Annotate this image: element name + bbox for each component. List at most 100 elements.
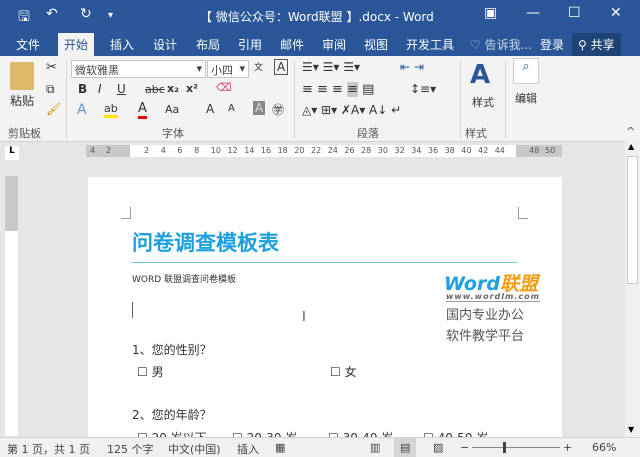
tab-review[interactable]: 审阅	[322, 36, 346, 53]
save-icon[interactable]: 🖫	[18, 6, 30, 30]
zoom-level[interactable]: 66%	[592, 441, 616, 454]
zoom-out-button[interactable]: −	[460, 441, 469, 454]
copy-icon[interactable]: ⧉	[46, 82, 55, 97]
clear-format-icon[interactable]: ⌫	[216, 81, 232, 94]
group-clipboard: 剪贴板	[8, 127, 41, 140]
vertical-ruler[interactable]	[5, 176, 18, 436]
scroll-up-icon[interactable]: ▲	[628, 142, 634, 151]
shrink-font-button[interactable]: A	[228, 103, 235, 114]
tab-view[interactable]: 视图	[364, 36, 388, 53]
italic-button[interactable]: I	[98, 82, 102, 96]
tab-layout[interactable]: 布局	[196, 36, 220, 53]
strikethrough-button[interactable]: abc	[145, 83, 165, 96]
text-effects-button[interactable]: A	[77, 102, 87, 118]
grow-font-button[interactable]: A	[206, 102, 214, 116]
subscript-button[interactable]: x₂	[167, 82, 179, 95]
lightbulb-icon: ♡	[470, 38, 481, 52]
web-layout-icon[interactable]: ▨	[433, 441, 443, 454]
vertical-scrollbar[interactable]: ▲ ▼	[625, 140, 640, 437]
ruler-tick: 12	[227, 146, 238, 155]
margin-mark	[518, 207, 528, 219]
checkbox-icon[interactable]: ☐	[137, 365, 148, 379]
styles-icon[interactable]: A	[470, 60, 490, 90]
ruler-tick: 4	[90, 146, 96, 155]
undo-icon[interactable]: ↶	[46, 6, 58, 22]
document-page[interactable]: 问卷调查模板表 WORD 联盟调查问卷模板 Word联盟 www.wordlm.…	[88, 177, 562, 445]
language[interactable]: 中文(中国)	[168, 441, 221, 457]
shading-border-icons[interactable]: ◬▾ ⊞▾ ✗A▾ A↓ ↵	[302, 103, 401, 117]
ruler-tick: 26	[344, 146, 355, 155]
ruler-tick: 50	[545, 146, 556, 155]
ribbon-display-icon[interactable]: ▣	[484, 5, 497, 21]
ruler-tick: 22	[311, 146, 322, 155]
enclose-char-button[interactable]: ㊫	[272, 101, 284, 118]
tell-me-search[interactable]: ♡ 告诉我...	[470, 36, 532, 53]
line-spacing-icon[interactable]: ↕≡▾	[410, 82, 436, 96]
insert-mode[interactable]: 插入	[237, 441, 259, 457]
share-button[interactable]: ⚲ 共享	[572, 33, 621, 56]
ruler-tick: 6	[177, 146, 183, 155]
font-name-select[interactable]: 微软雅黑 ▾	[71, 60, 206, 78]
minimize-button[interactable]: —	[526, 5, 540, 21]
tab-home[interactable]: 开始	[58, 33, 95, 56]
paste-button[interactable]: 粘贴	[10, 92, 34, 109]
format-painter-icon[interactable]: 🖌	[46, 102, 61, 116]
login-button[interactable]: 登录	[540, 36, 564, 53]
macro-icon[interactable]: ▦	[275, 441, 285, 454]
superscript-button[interactable]: x²	[186, 82, 198, 95]
collapse-ribbon-icon[interactable]: ^	[626, 125, 635, 138]
cut-icon[interactable]: ✂	[46, 60, 57, 75]
option-female[interactable]: ☐ 女	[330, 363, 357, 380]
styles-button[interactable]: 样式	[472, 94, 494, 110]
print-layout-icon[interactable]: ▤	[394, 438, 417, 457]
maximize-button[interactable]: ☐	[568, 5, 581, 21]
indent-icons[interactable]: ⇤ ⇥	[400, 60, 424, 74]
page-count[interactable]: 第 1 页，共 1 页	[7, 441, 90, 457]
word-count[interactable]: 125 个字	[107, 441, 154, 457]
scroll-down-icon[interactable]: ▼	[628, 425, 634, 434]
zoom-in-button[interactable]: +	[563, 441, 572, 454]
text-cursor	[132, 302, 133, 318]
bold-button[interactable]: B	[78, 82, 87, 96]
read-mode-icon[interactable]: ▥	[370, 441, 380, 454]
tab-references[interactable]: 引用	[238, 36, 262, 53]
zoom-slider[interactable]	[472, 447, 560, 448]
horizontal-ruler[interactable]: 4 2 2 4 6 8 10 12 14 16 18 20 22 24 26 28 30 32 34 36 38 40 42…	[86, 145, 562, 157]
change-case-button[interactable]: Aa	[165, 103, 179, 116]
redo-icon[interactable]: ↻	[80, 6, 92, 22]
tab-developer[interactable]: 开发工具	[406, 36, 454, 53]
ruler-tick: 18	[277, 146, 288, 155]
highlight-button[interactable]: ab	[104, 102, 118, 118]
underline-button[interactable]: U	[117, 82, 126, 96]
tab-file[interactable]: 文件	[16, 36, 40, 53]
font-name-value: 微软雅黑	[75, 64, 119, 77]
editing-button[interactable]: 编辑	[515, 90, 537, 106]
tab-stop-selector[interactable]: L	[5, 146, 19, 160]
option-male[interactable]: ☐ 男	[137, 363, 164, 380]
customize-icon[interactable]: ▾	[108, 10, 113, 21]
ruler-tick: 20	[294, 146, 305, 155]
checkbox-icon[interactable]: ☐	[330, 365, 341, 379]
document-subtitle: WORD 联盟调查问卷模板	[132, 275, 237, 285]
tab-insert[interactable]: 插入	[110, 36, 134, 53]
tab-design[interactable]: 设计	[153, 36, 177, 53]
group-font: 字体	[162, 127, 184, 140]
font-size-select[interactable]: 小四 ▾	[207, 60, 249, 78]
ruler-tick: 30	[377, 146, 388, 155]
question-1: 1、您的性别？	[132, 343, 212, 357]
bullets-icon[interactable]: ☰▾ ☰▾ ☰▾	[302, 60, 360, 74]
char-shading-button[interactable]: A	[253, 101, 266, 115]
phonetic-guide-icon[interactable]: 文	[254, 60, 263, 73]
char-border-icon[interactable]: A	[274, 59, 289, 75]
tab-mailings[interactable]: 邮件	[280, 36, 304, 53]
document-title: 问卷调查模板表	[132, 231, 279, 255]
scroll-thumb[interactable]	[627, 156, 638, 284]
paste-icon[interactable]	[10, 62, 34, 90]
search-icon[interactable]: ⌕	[513, 58, 539, 84]
ruler-tick: 38	[444, 146, 455, 155]
status-bar: 第 1 页，共 1 页 125 个字 中文(中国) 插入 ▦ ▥ ▤ ▨ − +…	[0, 437, 640, 457]
zoom-slider-thumb[interactable]	[503, 442, 506, 453]
font-color-button[interactable]: A	[138, 101, 147, 119]
align-icons[interactable]: ≡ ≡ ≡ ≡ ▤	[302, 82, 374, 97]
close-button[interactable]: ✕	[610, 5, 622, 21]
